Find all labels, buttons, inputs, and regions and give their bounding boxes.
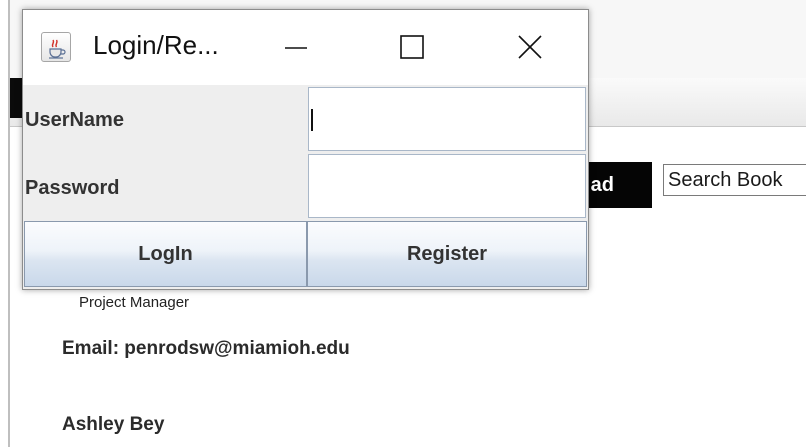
member-name: Ashley Bey xyxy=(62,414,165,435)
maximize-button[interactable] xyxy=(371,10,451,85)
dialog-titlebar[interactable]: Login/Re... xyxy=(23,10,588,85)
upload-button-label: ad xyxy=(590,174,614,196)
search-book-input[interactable] xyxy=(663,164,806,196)
member-role: Project Manager xyxy=(79,294,190,311)
maximize-icon xyxy=(400,35,424,59)
screen: ad Project Manager Email: penrodsw@miami… xyxy=(0,0,806,447)
dialog-title: Login/Re... xyxy=(93,30,219,60)
text-cursor xyxy=(311,109,313,131)
dialog-content: UserName Password LogIn Register xyxy=(23,85,588,289)
minimize-button[interactable] xyxy=(255,10,335,85)
close-icon xyxy=(518,35,542,59)
username-label: UserName xyxy=(25,109,124,131)
password-label: Password xyxy=(25,177,120,199)
java-cup-icon xyxy=(41,32,71,62)
minimize-icon xyxy=(285,47,307,49)
register-button[interactable]: Register xyxy=(307,221,587,287)
username-field[interactable] xyxy=(308,87,586,151)
member-email: Email: penrodsw@miamioh.edu xyxy=(62,338,350,359)
login-button[interactable]: LogIn xyxy=(24,221,307,287)
password-field[interactable] xyxy=(308,154,586,218)
login-register-dialog: Login/Re... UserName Password LogIn Regi… xyxy=(22,9,589,290)
close-button[interactable] xyxy=(487,10,567,85)
